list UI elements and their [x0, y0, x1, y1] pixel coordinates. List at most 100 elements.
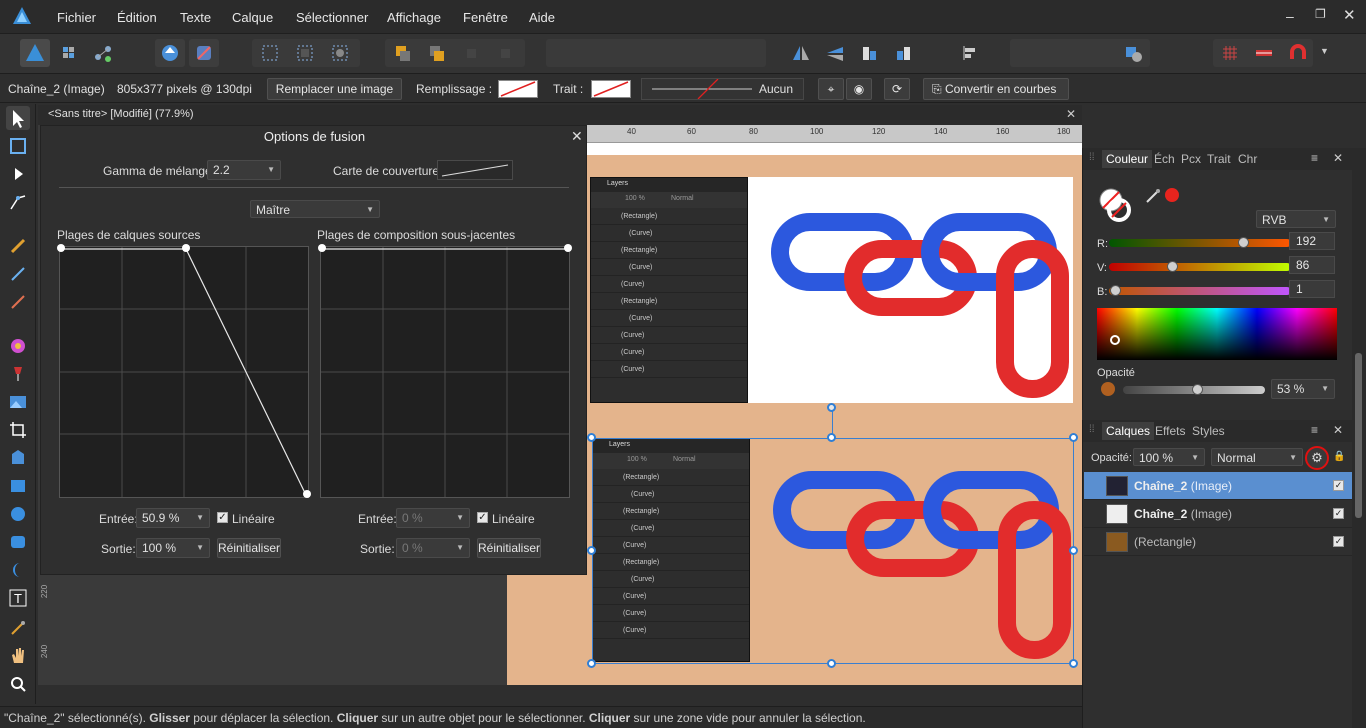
curve-node[interactable] — [564, 244, 572, 252]
tab-chr[interactable]: Chr — [1238, 152, 1257, 166]
tab-effets[interactable]: Effets — [1155, 424, 1185, 438]
rectangle-tool-icon[interactable] — [6, 474, 30, 498]
hand-tool-icon[interactable] — [6, 644, 30, 668]
curve-node[interactable] — [303, 490, 311, 498]
boolean-xor-icon[interactable] — [1118, 39, 1148, 67]
panel-close-icon[interactable]: ✕ — [1333, 423, 1343, 437]
lock-icon[interactable]: 🔒 — [1333, 451, 1345, 462]
rotation-handle[interactable] — [827, 403, 836, 412]
text-tool-icon[interactable]: T — [6, 586, 30, 610]
fill-tool-icon[interactable] — [6, 446, 30, 470]
tab-trait[interactable]: Trait — [1207, 152, 1231, 166]
image-icon[interactable] — [6, 390, 30, 414]
snapping-dropdown-icon[interactable]: ▼ — [1320, 46, 1329, 56]
scrollbar-thumb[interactable] — [1355, 353, 1362, 518]
image-chain-1[interactable]: Layers 100 % Normal (Rectangle) (Curve) (… — [590, 177, 1073, 403]
dialog-close-icon[interactable]: ✕ — [571, 128, 583, 145]
menu-aide[interactable]: Aide — [529, 10, 555, 25]
panel-close-icon[interactable]: ✕ — [1333, 151, 1343, 165]
layer-visibility-checkbox[interactable]: ✓ — [1333, 480, 1344, 491]
menu-edition[interactable]: Édition — [117, 10, 157, 25]
color-model-dropdown[interactable]: RVB ▼ — [1256, 210, 1336, 228]
resize-handle-bm[interactable] — [827, 659, 836, 668]
convert-to-curves-button[interactable]: ⎘ Convertir en courbes — [923, 78, 1069, 100]
move-tool-icon[interactable] — [6, 106, 30, 130]
paint-mixer-icon[interactable] — [6, 290, 30, 314]
rotate-right-icon[interactable] — [888, 39, 918, 67]
resize-handle-ml[interactable] — [587, 546, 596, 555]
resize-handle-tr[interactable] — [1069, 433, 1078, 442]
resize-handle-br[interactable] — [1069, 659, 1078, 668]
menu-texte[interactable]: Texte — [180, 10, 211, 25]
layer-row[interactable]: (Rectangle) ✓ — [1084, 528, 1352, 556]
opacity-slider-knob[interactable] — [1192, 384, 1204, 395]
node-tool-icon[interactable] — [6, 162, 30, 186]
layer-visibility-checkbox[interactable]: ✓ — [1333, 536, 1344, 547]
resize-handle-mr[interactable] — [1069, 546, 1078, 555]
pen-node-icon[interactable] — [6, 190, 30, 214]
menu-fenetre[interactable]: Fenêtre — [463, 10, 508, 25]
g-slider[interactable] — [1109, 261, 1291, 272]
select-all-icon[interactable] — [255, 39, 285, 67]
opacity-input[interactable]: 53 % ▼ — [1271, 379, 1335, 399]
layer-row[interactable]: Chaîne_2 (Image) ✓ — [1084, 500, 1352, 528]
underlying-ranges-graph[interactable] — [318, 244, 572, 498]
layer-opacity-dropdown[interactable]: 100 % ▼ — [1133, 448, 1205, 466]
fill-swatch[interactable] — [498, 80, 538, 98]
color-wheel-icon[interactable] — [6, 334, 30, 358]
layer-row[interactable]: Chaîne_2 (Image) ✓ — [1084, 472, 1352, 500]
tab-couleur[interactable]: Couleur — [1102, 150, 1153, 168]
layer-visibility-checkbox[interactable]: ✓ — [1333, 508, 1344, 519]
tab-calques[interactable]: Calques — [1102, 422, 1155, 440]
rotate-left-icon[interactable] — [854, 39, 884, 67]
g-slider-knob[interactable] — [1166, 261, 1178, 272]
rounded-rectangle-icon[interactable] — [6, 530, 30, 554]
right-panel-scrollbar[interactable] — [1352, 148, 1366, 728]
r-slider[interactable] — [1109, 237, 1291, 248]
order-back-icon[interactable] — [388, 39, 418, 67]
view-button[interactable]: ◉ — [846, 78, 872, 100]
crop-artboard-icon[interactable] — [6, 134, 30, 158]
b-slider[interactable] — [1109, 285, 1291, 296]
photo-persona-button[interactable] — [20, 39, 50, 67]
curve-node[interactable] — [57, 244, 65, 252]
blend-options-gear-icon[interactable]: ⚙ — [1305, 446, 1329, 470]
deselect-icon[interactable] — [290, 39, 320, 67]
source-entry-input[interactable]: 50.9 % ▼ — [136, 508, 210, 528]
develop-persona-button[interactable] — [88, 39, 118, 67]
zoom-tool-icon[interactable] — [6, 672, 30, 696]
menu-fichier[interactable]: Fichier — [57, 10, 96, 25]
stroke-swatch[interactable] — [591, 80, 631, 98]
replace-image-button[interactable]: Remplacer une image — [267, 78, 402, 100]
panel-menu-icon[interactable]: ≡ — [1311, 423, 1318, 437]
brush-icon[interactable] — [6, 234, 30, 258]
flip-horizontal-icon[interactable] — [786, 39, 816, 67]
rotate-canvas-button[interactable]: ⟳ — [884, 78, 910, 100]
snapping-grid-icon[interactable] — [1215, 39, 1245, 67]
minimize-button[interactable]: – — [1286, 8, 1294, 24]
close-window-button[interactable]: ✕ — [1343, 6, 1356, 24]
eyedropper-icon[interactable] — [1145, 188, 1161, 204]
gamma-dropdown[interactable]: 2.2 ▼ — [207, 160, 281, 180]
flip-vertical-icon[interactable] — [820, 39, 850, 67]
assistant-icon[interactable] — [189, 39, 219, 67]
under-linear-checkbox[interactable]: ✓ — [477, 512, 488, 523]
source-output-input[interactable]: 100 % ▼ — [136, 538, 210, 558]
menu-calque[interactable]: Calque — [232, 10, 273, 25]
under-entry-input[interactable]: 0 % ▼ — [396, 508, 470, 528]
b-value-input[interactable]: 1 — [1289, 280, 1335, 298]
source-reset-button[interactable]: Réinitialiser — [217, 538, 281, 558]
transform-origin-button[interactable]: ⌖ — [818, 78, 844, 100]
backward-icon[interactable] — [490, 39, 520, 67]
magnet-icon[interactable] — [1283, 39, 1313, 67]
r-slider-knob[interactable] — [1237, 237, 1249, 248]
blend-mode-dropdown[interactable]: Normal ▼ — [1211, 448, 1303, 466]
panel-menu-icon[interactable]: ≡ — [1311, 151, 1318, 165]
crescent-shape-icon[interactable] — [6, 558, 30, 582]
coverage-map-button[interactable] — [437, 160, 513, 180]
panel-grip-icon[interactable]: ⁞⁞ — [1089, 424, 1095, 435]
snapping-options-icon[interactable] — [1249, 39, 1279, 67]
align-left-icon[interactable] — [955, 39, 985, 67]
color-picker-icon[interactable] — [6, 616, 30, 640]
tab-styles[interactable]: Styles — [1192, 424, 1225, 438]
